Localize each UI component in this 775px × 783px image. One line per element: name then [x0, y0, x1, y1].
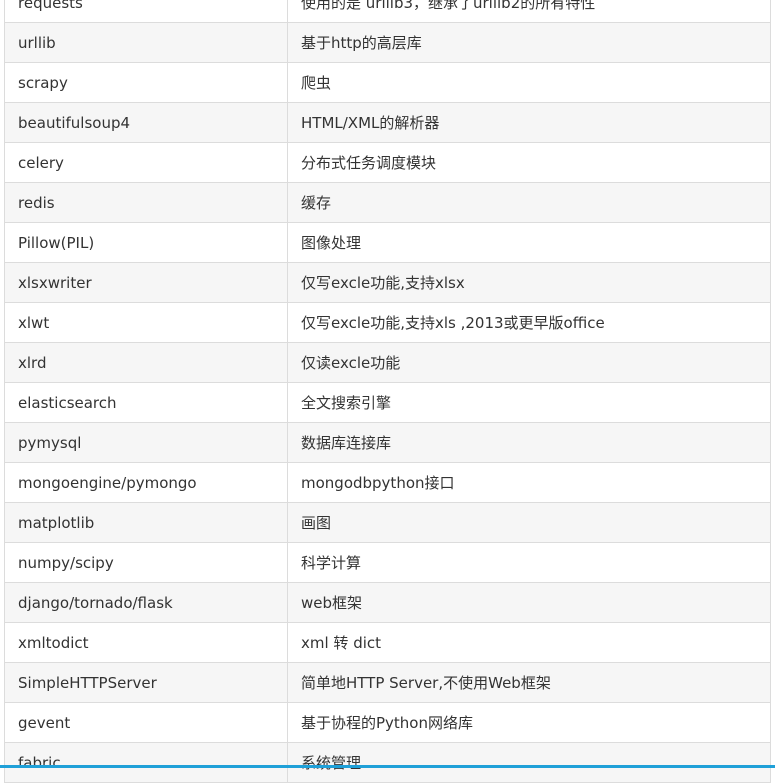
library-name-cell: fabric	[4, 742, 288, 783]
library-description-cell: 简单地HTTP Server,不使用Web框架	[287, 662, 771, 703]
library-name-cell: django/tornado/flask	[4, 582, 288, 623]
table-row: scrapy 爬虫	[4, 62, 771, 103]
library-name-cell: requests	[4, 0, 288, 23]
library-description-cell: 仅写excle功能,支持xlsx	[287, 262, 771, 303]
library-description-cell: 系统管理	[287, 742, 771, 783]
table-row: gevent 基于协程的Python网络库	[4, 702, 771, 743]
library-description-cell: 数据库连接库	[287, 422, 771, 463]
library-name-cell: beautifulsoup4	[4, 102, 288, 143]
library-description-cell: 仅读excle功能	[287, 342, 771, 383]
library-name-cell: gevent	[4, 702, 288, 743]
library-name-cell: redis	[4, 182, 288, 223]
library-description-cell: 科学计算	[287, 542, 771, 583]
library-name-cell: numpy/scipy	[4, 542, 288, 583]
library-name-cell: urllib	[4, 22, 288, 63]
library-name-cell: scrapy	[4, 62, 288, 103]
library-name-cell: mongoengine/pymongo	[4, 462, 288, 503]
library-description-cell: 使用的是 urllib3，继承了urllib2的所有特性	[287, 0, 771, 23]
table-row: xlsxwriter 仅写excle功能,支持xlsx	[4, 262, 771, 303]
table-row: celery 分布式任务调度模块	[4, 142, 771, 183]
table-row: django/tornado/flask web框架	[4, 582, 771, 623]
library-description-cell: HTML/XML的解析器	[287, 102, 771, 143]
library-table: requests 使用的是 urllib3，继承了urllib2的所有特性 urll…	[4, 0, 771, 783]
table-row: xlwt 仅写excle功能,支持xls ,2013或更早版office	[4, 302, 771, 343]
library-name-cell: xlwt	[4, 302, 288, 343]
table-row: mongoengine/pymongo mongodbpython接口	[4, 462, 771, 503]
library-name-cell: matplotlib	[4, 502, 288, 543]
library-description-cell: 基于http的高层库	[287, 22, 771, 63]
library-description-cell: 基于协程的Python网络库	[287, 702, 771, 743]
library-description-cell: 分布式任务调度模块	[287, 142, 771, 183]
library-name-cell: xmltodict	[4, 622, 288, 663]
library-description-cell: mongodbpython接口	[287, 462, 771, 503]
library-table-container: requests 使用的是 urllib3，继承了urllib2的所有特性 urll…	[4, 0, 771, 783]
library-description-cell: web框架	[287, 582, 771, 623]
library-description-cell: 全文搜索引擎	[287, 382, 771, 423]
table-row: pymysql 数据库连接库	[4, 422, 771, 463]
library-description-cell: xml 转 dict	[287, 622, 771, 663]
library-description-cell: 仅写excle功能,支持xls ,2013或更早版office	[287, 302, 771, 343]
library-name-cell: xlrd	[4, 342, 288, 383]
table-row: elasticsearch 全文搜索引擎	[4, 382, 771, 423]
library-name-cell: pymysql	[4, 422, 288, 463]
library-description-cell: 画图	[287, 502, 771, 543]
table-row: numpy/scipy 科学计算	[4, 542, 771, 583]
table-row: matplotlib 画图	[4, 502, 771, 543]
table-row: redis 缓存	[4, 182, 771, 223]
table-row: xlrd 仅读excle功能	[4, 342, 771, 383]
library-name-cell: celery	[4, 142, 288, 183]
table-row: SimpleHTTPServer 简单地HTTP Server,不使用Web框架	[4, 662, 771, 703]
table-row: xmltodict xml 转 dict	[4, 622, 771, 663]
library-table-body: requests 使用的是 urllib3，继承了urllib2的所有特性 urll…	[4, 0, 771, 783]
library-description-cell: 图像处理	[287, 222, 771, 263]
table-row: fabric 系统管理	[4, 742, 771, 783]
library-name-cell: SimpleHTTPServer	[4, 662, 288, 703]
library-description-cell: 爬虫	[287, 62, 771, 103]
table-row: beautifulsoup4 HTML/XML的解析器	[4, 102, 771, 143]
library-name-cell: xlsxwriter	[4, 262, 288, 303]
library-name-cell: elasticsearch	[4, 382, 288, 423]
library-name-cell: Pillow(PIL)	[4, 222, 288, 263]
table-row: urllib 基于http的高层库	[4, 22, 771, 63]
table-row: requests 使用的是 urllib3，继承了urllib2的所有特性	[4, 0, 771, 23]
table-row: Pillow(PIL) 图像处理	[4, 222, 771, 263]
library-description-cell: 缓存	[287, 182, 771, 223]
